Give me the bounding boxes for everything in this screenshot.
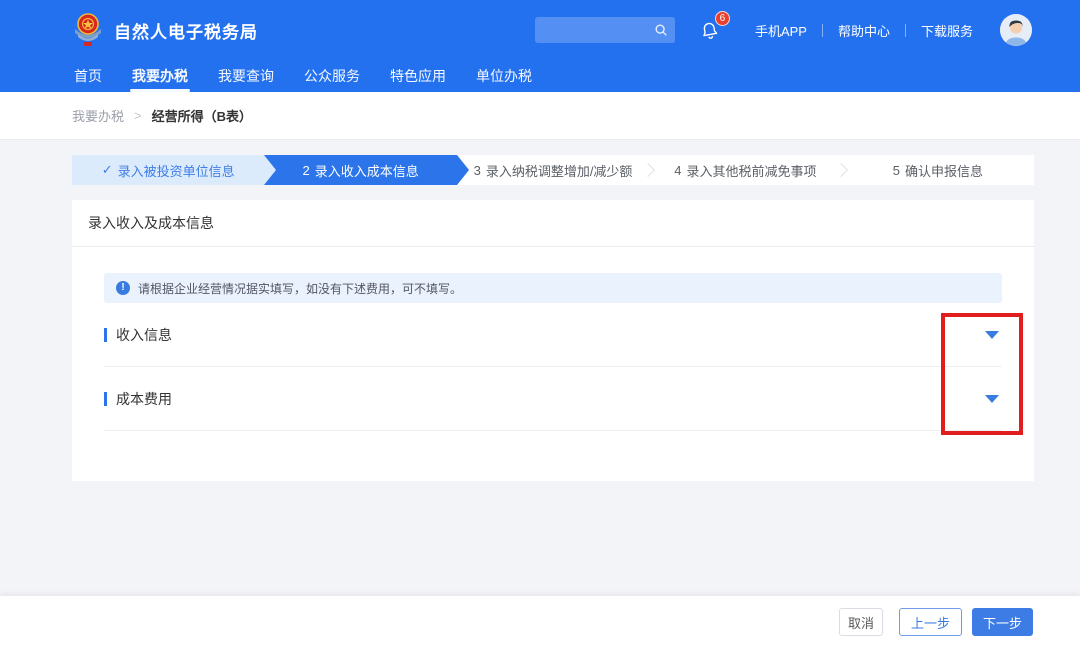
step-number: 3 bbox=[474, 163, 481, 178]
footer-action-bar: 取消 上一步 下一步 bbox=[0, 596, 1080, 648]
nav-item-home[interactable]: 首页 bbox=[72, 66, 104, 86]
section-income-info[interactable]: 收入信息 bbox=[104, 303, 1002, 367]
notification-bell-icon[interactable]: 6 bbox=[699, 19, 720, 41]
step-1-investee-info[interactable]: ✓ 录入被投资单位信息 bbox=[72, 155, 264, 185]
card-title: 录入收入及成本信息 bbox=[72, 200, 1034, 247]
cancel-button[interactable]: 取消 bbox=[839, 608, 883, 636]
search-box bbox=[535, 17, 675, 43]
breadcrumb-separator-icon: > bbox=[134, 108, 142, 123]
info-banner: ! 请根据企业经营情况据实填写，如没有下述费用，可不填写。 bbox=[104, 273, 1002, 303]
step-wizard: ✓ 录入被投资单位信息 2 录入收入成本信息 3 录入纳税调整增加/减少额 4 … bbox=[72, 155, 1034, 185]
step-label: 录入收入成本信息 bbox=[315, 161, 419, 180]
main-nav: 首页 我要办税 我要查询 公众服务 特色应用 单位办税 bbox=[0, 60, 1080, 92]
collapse-caret-icon[interactable] bbox=[985, 395, 999, 403]
user-avatar[interactable] bbox=[1000, 14, 1032, 46]
breadcrumb-current: 经营所得（B表） bbox=[152, 106, 252, 125]
next-step-button[interactable]: 下一步 bbox=[972, 608, 1033, 636]
step-number: 2 bbox=[302, 163, 309, 178]
section-marker bbox=[104, 392, 107, 406]
step-label: 录入纳税调整增加/减少额 bbox=[486, 161, 633, 180]
section-marker bbox=[104, 328, 107, 342]
step-label: 录入其他税前减免事项 bbox=[687, 161, 817, 180]
step-label: 确认申报信息 bbox=[905, 161, 983, 180]
breadcrumb-parent[interactable]: 我要办税 bbox=[72, 106, 124, 125]
app-title: 自然人电子税务局 bbox=[114, 18, 258, 43]
nav-item-public-service[interactable]: 公众服务 bbox=[302, 66, 362, 86]
step-number: 4 bbox=[674, 163, 681, 178]
search-icon[interactable] bbox=[654, 23, 668, 37]
app-header: 自然人电子税务局 6 手机APP 帮助中心 bbox=[0, 0, 1080, 92]
step-check-icon: ✓ bbox=[102, 162, 113, 178]
nav-item-tax-filing[interactable]: 我要办税 bbox=[130, 66, 190, 86]
step-3-tax-adjustment[interactable]: 3 录入纳税调整增加/减少额 bbox=[457, 155, 649, 185]
nav-item-org-tax[interactable]: 单位办税 bbox=[474, 66, 534, 86]
header-actions: 6 手机APP 帮助中心 下载服务 bbox=[535, 14, 1032, 46]
nav-item-query[interactable]: 我要查询 bbox=[216, 66, 276, 86]
section-cost-expense[interactable]: 成本费用 bbox=[104, 367, 1002, 431]
step-5-confirm[interactable]: 5 确认申报信息 bbox=[842, 155, 1034, 185]
info-banner-text: 请根据企业经营情况据实填写，如没有下述费用，可不填写。 bbox=[138, 280, 462, 297]
download-service-link[interactable]: 下载服务 bbox=[906, 21, 988, 40]
previous-step-button[interactable]: 上一步 bbox=[899, 608, 962, 636]
breadcrumb: 我要办税 > 经营所得（B表） bbox=[0, 92, 1080, 140]
nav-item-featured-apps[interactable]: 特色应用 bbox=[388, 66, 448, 86]
help-center-link[interactable]: 帮助中心 bbox=[823, 21, 905, 40]
step-4-pretax-deduction[interactable]: 4 录入其他税前减免事项 bbox=[649, 155, 841, 185]
step-label: 录入被投资单位信息 bbox=[118, 161, 235, 180]
step-2-income-cost[interactable]: 2 录入收入成本信息 bbox=[264, 155, 456, 185]
info-icon: ! bbox=[116, 281, 130, 295]
header-links: 手机APP 帮助中心 下载服务 bbox=[740, 21, 988, 40]
mobile-app-link[interactable]: 手机APP bbox=[740, 21, 822, 40]
step-number: 5 bbox=[893, 163, 900, 178]
header-top-row: 自然人电子税务局 6 手机APP 帮助中心 bbox=[0, 0, 1080, 60]
tax-bureau-logo-icon bbox=[72, 12, 104, 48]
search-input[interactable] bbox=[544, 23, 654, 37]
collapse-caret-icon[interactable] bbox=[985, 331, 999, 339]
section-title: 收入信息 bbox=[116, 325, 172, 345]
income-cost-card: 录入收入及成本信息 ! 请根据企业经营情况据实填写，如没有下述费用，可不填写。 … bbox=[72, 200, 1034, 481]
section-title: 成本费用 bbox=[116, 389, 172, 409]
notification-badge: 6 bbox=[715, 11, 730, 26]
